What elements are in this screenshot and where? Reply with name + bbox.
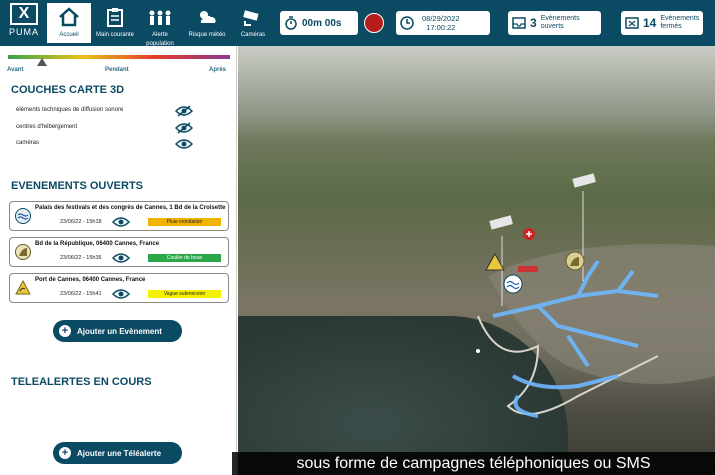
logo-name: PUMA <box>8 27 39 37</box>
datetime-chip: 08/29/2022 17:00:22 <box>396 11 490 35</box>
open-events-label: Evènements ouverts <box>540 15 580 30</box>
eye-off-icon[interactable] <box>175 122 193 134</box>
timer-chip[interactable]: 00m 00s <box>280 11 358 35</box>
layer-label: éléments techniques de diffusion sonore <box>16 107 124 113</box>
weather-icon <box>185 3 229 31</box>
nav-risque-meteo[interactable]: Risque météo <box>185 3 229 43</box>
nav-label: Accueil <box>59 32 79 38</box>
event-date: 23/06/22 - 15h18 <box>60 219 102 225</box>
flood-icon <box>15 208 31 224</box>
event-card[interactable]: Bd de la République, 06400 Cannes, Franc… <box>9 237 229 267</box>
wave-icon <box>15 280 31 295</box>
events-title: EVENEMENTS OUVERTS <box>11 180 144 192</box>
eye-icon[interactable] <box>112 216 130 228</box>
position-dot <box>476 349 480 353</box>
top-bar: X PUMA Accueil Main courante Alerte popu… <box>0 0 715 47</box>
eye-off-icon[interactable] <box>175 105 193 117</box>
event-address: Port de Cannes, 06400 Cannes, France <box>35 277 146 283</box>
mudslide-icon <box>15 244 31 260</box>
phase-marker[interactable] <box>37 58 47 66</box>
record-button[interactable] <box>364 13 384 33</box>
nav-label: Risque météo <box>188 32 226 38</box>
nav-cameras[interactable]: Caméras <box>231 3 275 43</box>
people-icon <box>138 3 182 31</box>
map-3d-view[interactable] <box>238 46 715 475</box>
closed-box-icon <box>625 17 639 29</box>
event-address: Bd de la République, 06400 Cannes, Franc… <box>35 241 160 247</box>
city-area <box>488 244 715 384</box>
inbox-icon <box>512 17 526 29</box>
scale-during: Pendant <box>105 67 129 73</box>
closed-events-label: Evènements fermés <box>660 15 700 30</box>
map-overlay <box>476 173 715 418</box>
flood-marker <box>503 274 523 294</box>
open-events-count: 3 <box>530 16 537 30</box>
wave-marker <box>485 252 505 271</box>
event-card[interactable]: Palais des festivals et des congrès de C… <box>9 201 229 231</box>
camera-icon <box>231 3 275 31</box>
plus-icon: + <box>59 447 71 459</box>
add-telealert-button[interactable]: + Ajouter une Téléalerte <box>53 442 182 464</box>
clipboard-icon <box>93 3 137 31</box>
logo-mark: X <box>10 3 38 25</box>
event-type-badge: Pluie inondation <box>148 218 221 226</box>
event-date: 23/06/22 - 15h36 <box>60 255 102 261</box>
nav-label: Main courante <box>95 32 135 38</box>
scale-after: Après <box>209 67 227 73</box>
time-value: 17:00:22 <box>426 23 456 32</box>
eye-icon[interactable] <box>112 252 130 264</box>
clock-icon <box>400 16 414 30</box>
nav-main-courante[interactable]: Main courante <box>93 3 137 43</box>
mudslide-marker <box>565 251 585 271</box>
event-type-badge: Coulée de boue <box>148 254 221 262</box>
eye-icon[interactable] <box>112 288 130 300</box>
event-type-badge: Vague submersion <box>148 290 221 298</box>
stopwatch-icon <box>285 16 297 30</box>
home-icon <box>47 3 91 31</box>
event-address: Palais des festivals et des congrès de C… <box>35 205 226 211</box>
telealerts-title: TELEALERTES EN COURS <box>11 376 152 388</box>
add-event-label: Ajouter un Evènement <box>77 326 162 336</box>
scale-before: Avant <box>7 67 24 73</box>
add-telealert-label: Ajouter une Téléalerte <box>77 448 162 458</box>
nav-label: Caméras <box>240 32 266 38</box>
layer-label: centres d'hébergement <box>16 124 78 130</box>
open-events-chip[interactable]: 3 Evènements ouverts <box>508 11 601 35</box>
eye-icon[interactable] <box>175 138 193 150</box>
event-card[interactable]: Port de Cannes, 06400 Cannes, France 23/… <box>9 273 229 303</box>
nav-alerte-population[interactable]: Alerte population <box>138 3 182 47</box>
layer-label: caméras <box>16 140 40 146</box>
puma-logo: X PUMA <box>4 3 44 43</box>
plus-icon: + <box>59 325 71 337</box>
nav-accueil[interactable]: Accueil <box>47 3 91 43</box>
sidebar: Avant Pendant Après COUCHES CARTE 3D élé… <box>0 46 237 475</box>
add-event-button[interactable]: + Ajouter un Evènement <box>53 320 182 342</box>
timer-value: 00m 00s <box>302 17 342 29</box>
event-date: 23/06/22 - 15h41 <box>60 291 102 297</box>
date-value: 08/29/2022 <box>422 14 460 23</box>
closed-events-count: 14 <box>643 16 657 30</box>
closed-events-chip[interactable]: 14 Evènements fermés <box>621 11 703 35</box>
layers-title: COUCHES CARTE 3D <box>11 84 125 96</box>
subtitle-caption: sous forme de campagnes téléphoniques ou… <box>232 452 715 475</box>
